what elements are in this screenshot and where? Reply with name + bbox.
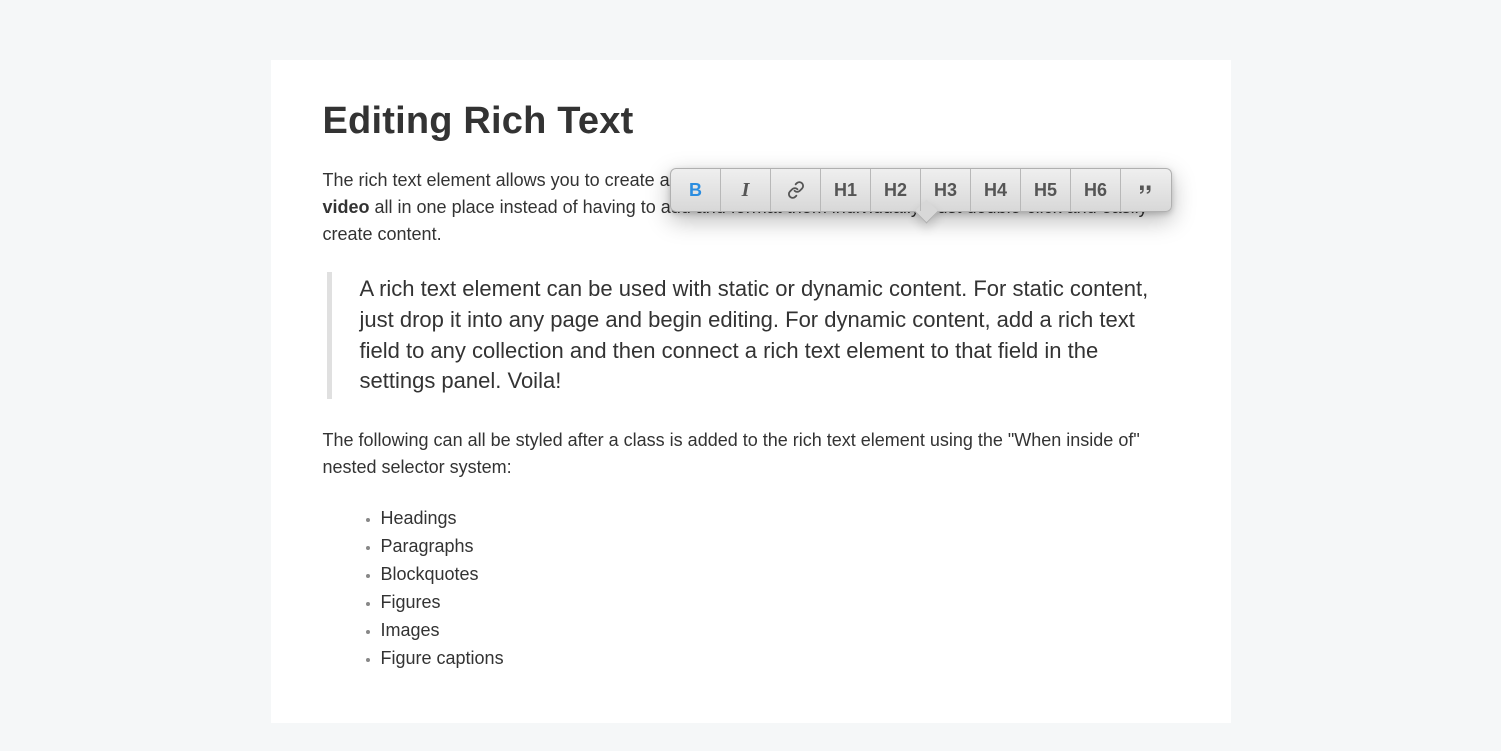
italic-button[interactable]: I [721, 169, 771, 211]
canvas: Editing Rich Text The rich text element … [0, 60, 1501, 711]
h1-button[interactable]: H1 [821, 169, 871, 211]
h3-button[interactable]: H3 [921, 169, 971, 211]
blockquote-button[interactable] [1121, 169, 1171, 211]
h6-button[interactable]: H6 [1071, 169, 1121, 211]
rich-text-editor-page[interactable]: Editing Rich Text The rich text element … [271, 60, 1231, 723]
list-item[interactable]: Blockquotes [381, 561, 1179, 589]
list-item[interactable]: Figures [381, 589, 1179, 617]
styleable-list[interactable]: Headings Paragraphs Blockquotes Figures … [323, 505, 1179, 672]
paragraph-styleable[interactable]: The following can all be styled after a … [323, 427, 1179, 481]
italic-icon: I [742, 179, 750, 202]
h2-button[interactable]: H2 [871, 169, 921, 211]
link-icon [787, 181, 805, 199]
bold-button[interactable]: B [671, 169, 721, 211]
list-item[interactable]: Headings [381, 505, 1179, 533]
list-item[interactable]: Paragraphs [381, 533, 1179, 561]
h4-button[interactable]: H4 [971, 169, 1021, 211]
list-item[interactable]: Figure captions [381, 645, 1179, 673]
h5-button[interactable]: H5 [1021, 169, 1071, 211]
inline-formatting-toolbar: B I H1 H2 H3 H4 H5 H6 [670, 168, 1172, 212]
bold-word-video: video [323, 197, 370, 217]
blockquote[interactable]: A rich text element can be used with sta… [327, 272, 1179, 399]
quote-icon [1137, 181, 1155, 199]
page-title[interactable]: Editing Rich Text [323, 100, 1179, 143]
link-button[interactable] [771, 169, 821, 211]
list-item[interactable]: Images [381, 617, 1179, 645]
